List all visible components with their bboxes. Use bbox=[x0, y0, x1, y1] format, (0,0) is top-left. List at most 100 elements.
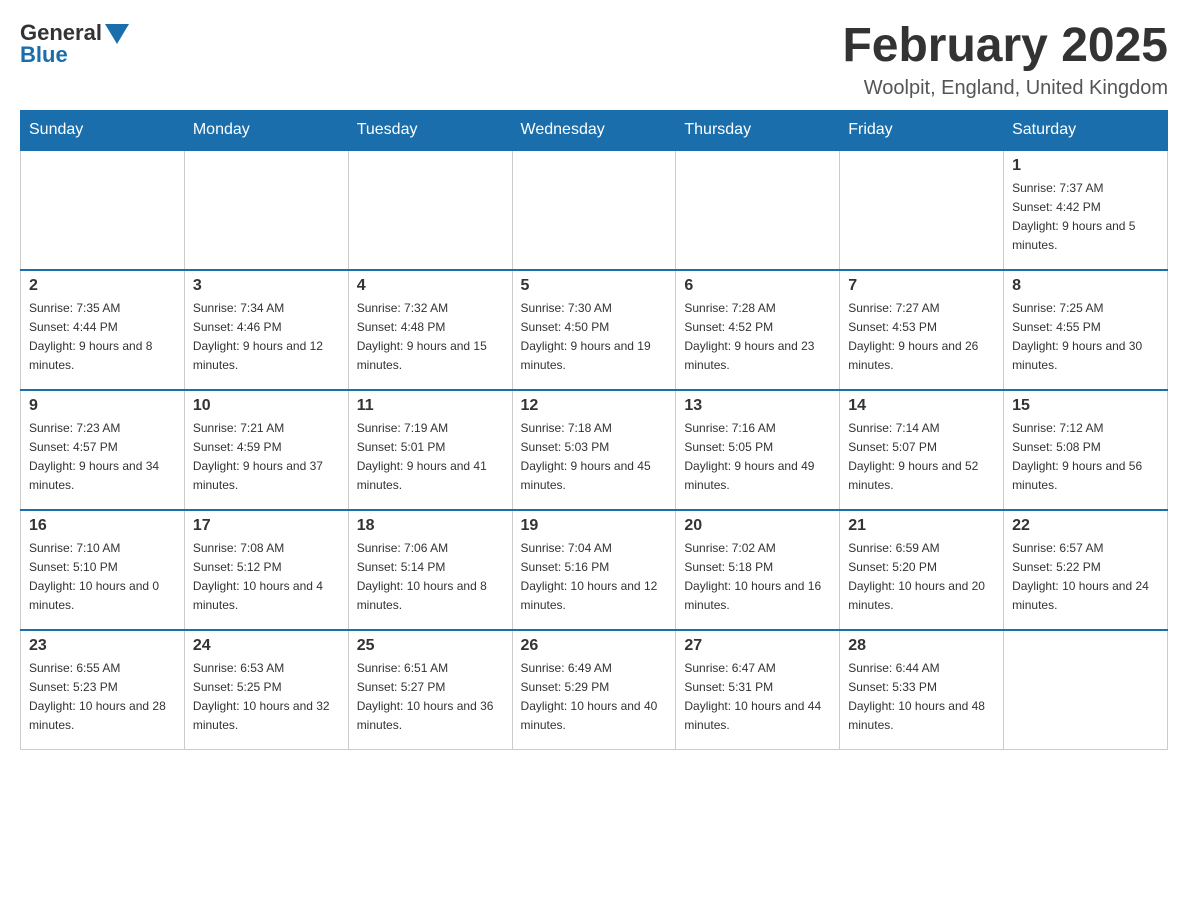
day-number: 13 bbox=[684, 397, 831, 415]
calendar-cell bbox=[348, 150, 512, 270]
logo: General Blue bbox=[20, 20, 129, 68]
day-number: 5 bbox=[521, 277, 668, 295]
day-number: 25 bbox=[357, 637, 504, 655]
day-info: Sunrise: 7:28 AMSunset: 4:52 PMDaylight:… bbox=[684, 299, 831, 376]
calendar-cell: 10 Sunrise: 7:21 AMSunset: 4:59 PMDayligh… bbox=[184, 390, 348, 510]
calendar-week-row: 2 Sunrise: 7:35 AMSunset: 4:44 PMDaylight… bbox=[21, 270, 1168, 390]
calendar-cell: 8 Sunrise: 7:25 AMSunset: 4:55 PMDaylight… bbox=[1004, 270, 1168, 390]
day-number: 17 bbox=[193, 517, 340, 535]
day-number: 22 bbox=[1012, 517, 1159, 535]
day-number: 6 bbox=[684, 277, 831, 295]
day-number: 15 bbox=[1012, 397, 1159, 415]
day-info: Sunrise: 7:10 AMSunset: 5:10 PMDaylight:… bbox=[29, 539, 176, 616]
title-section: February 2025 Woolpit, England, United K… bbox=[842, 20, 1168, 100]
day-info: Sunrise: 6:51 AMSunset: 5:27 PMDaylight:… bbox=[357, 659, 504, 736]
day-number: 10 bbox=[193, 397, 340, 415]
calendar-week-row: 23 Sunrise: 6:55 AMSunset: 5:23 PMDayligh… bbox=[21, 630, 1168, 750]
calendar-cell: 6 Sunrise: 7:28 AMSunset: 4:52 PMDaylight… bbox=[676, 270, 840, 390]
day-number: 16 bbox=[29, 517, 176, 535]
calendar-week-row: 1 Sunrise: 7:37 AMSunset: 4:42 PMDaylight… bbox=[21, 150, 1168, 270]
day-number: 8 bbox=[1012, 277, 1159, 295]
day-info: Sunrise: 7:16 AMSunset: 5:05 PMDaylight:… bbox=[684, 419, 831, 496]
calendar-cell bbox=[512, 150, 676, 270]
logo-blue-text: Blue bbox=[20, 42, 68, 68]
day-number: 7 bbox=[848, 277, 995, 295]
day-number: 1 bbox=[1012, 157, 1159, 175]
calendar-cell: 16 Sunrise: 7:10 AMSunset: 5:10 PMDayligh… bbox=[21, 510, 185, 630]
day-info: Sunrise: 7:30 AMSunset: 4:50 PMDaylight:… bbox=[521, 299, 668, 376]
day-info: Sunrise: 6:49 AMSunset: 5:29 PMDaylight:… bbox=[521, 659, 668, 736]
calendar-cell: 26 Sunrise: 6:49 AMSunset: 5:29 PMDayligh… bbox=[512, 630, 676, 750]
month-title: February 2025 bbox=[842, 20, 1168, 73]
day-of-week-header: Thursday bbox=[676, 110, 840, 150]
day-info: Sunrise: 7:06 AMSunset: 5:14 PMDaylight:… bbox=[357, 539, 504, 616]
day-info: Sunrise: 7:21 AMSunset: 4:59 PMDaylight:… bbox=[193, 419, 340, 496]
day-info: Sunrise: 7:18 AMSunset: 5:03 PMDaylight:… bbox=[521, 419, 668, 496]
calendar-cell: 25 Sunrise: 6:51 AMSunset: 5:27 PMDayligh… bbox=[348, 630, 512, 750]
day-info: Sunrise: 7:25 AMSunset: 4:55 PMDaylight:… bbox=[1012, 299, 1159, 376]
day-number: 14 bbox=[848, 397, 995, 415]
day-info: Sunrise: 6:59 AMSunset: 5:20 PMDaylight:… bbox=[848, 539, 995, 616]
day-of-week-header: Sunday bbox=[21, 110, 185, 150]
day-info: Sunrise: 6:47 AMSunset: 5:31 PMDaylight:… bbox=[684, 659, 831, 736]
day-number: 4 bbox=[357, 277, 504, 295]
calendar-cell: 17Sunrise: 7:08 AMSunset: 5:12 PMDayligh… bbox=[184, 510, 348, 630]
calendar-cell bbox=[840, 150, 1004, 270]
day-number: 2 bbox=[29, 277, 176, 295]
day-info: Sunrise: 7:04 AMSunset: 5:16 PMDaylight:… bbox=[521, 539, 668, 616]
calendar-cell: 12 Sunrise: 7:18 AMSunset: 5:03 PMDayligh… bbox=[512, 390, 676, 510]
logo-triangle-icon bbox=[105, 24, 129, 44]
calendar-cell: 22 Sunrise: 6:57 AMSunset: 5:22 PMDayligh… bbox=[1004, 510, 1168, 630]
calendar-table: SundayMondayTuesdayWednesdayThursdayFrid… bbox=[20, 110, 1168, 751]
calendar-cell: 11Sunrise: 7:19 AMSunset: 5:01 PMDayligh… bbox=[348, 390, 512, 510]
calendar-cell: 4 Sunrise: 7:32 AMSunset: 4:48 PMDaylight… bbox=[348, 270, 512, 390]
calendar-cell: 2 Sunrise: 7:35 AMSunset: 4:44 PMDaylight… bbox=[21, 270, 185, 390]
calendar-cell: 5 Sunrise: 7:30 AMSunset: 4:50 PMDaylight… bbox=[512, 270, 676, 390]
day-of-week-header: Friday bbox=[840, 110, 1004, 150]
day-number: 19 bbox=[521, 517, 668, 535]
calendar-cell: 28Sunrise: 6:44 AMSunset: 5:33 PMDayligh… bbox=[840, 630, 1004, 750]
day-number: 21 bbox=[848, 517, 995, 535]
location-subtitle: Woolpit, England, United Kingdom bbox=[842, 77, 1168, 100]
calendar-cell: 19 Sunrise: 7:04 AMSunset: 5:16 PMDayligh… bbox=[512, 510, 676, 630]
day-info: Sunrise: 7:34 AMSunset: 4:46 PMDaylight:… bbox=[193, 299, 340, 376]
calendar-cell bbox=[21, 150, 185, 270]
day-number: 18 bbox=[357, 517, 504, 535]
day-number: 26 bbox=[521, 637, 668, 655]
day-of-week-header: Wednesday bbox=[512, 110, 676, 150]
day-info: Sunrise: 7:27 AMSunset: 4:53 PMDaylight:… bbox=[848, 299, 995, 376]
day-number: 20 bbox=[684, 517, 831, 535]
day-info: Sunrise: 7:23 AMSunset: 4:57 PMDaylight:… bbox=[29, 419, 176, 496]
day-info: Sunrise: 6:55 AMSunset: 5:23 PMDaylight:… bbox=[29, 659, 176, 736]
calendar-cell: 20 Sunrise: 7:02 AMSunset: 5:18 PMDayligh… bbox=[676, 510, 840, 630]
day-number: 9 bbox=[29, 397, 176, 415]
day-number: 24 bbox=[193, 637, 340, 655]
calendar-cell: 1 Sunrise: 7:37 AMSunset: 4:42 PMDaylight… bbox=[1004, 150, 1168, 270]
calendar-cell: 23 Sunrise: 6:55 AMSunset: 5:23 PMDayligh… bbox=[21, 630, 185, 750]
day-info: Sunrise: 7:37 AMSunset: 4:42 PMDaylight:… bbox=[1012, 179, 1159, 256]
day-info: Sunrise: 7:32 AMSunset: 4:48 PMDaylight:… bbox=[357, 299, 504, 376]
day-number: 23 bbox=[29, 637, 176, 655]
calendar-cell: 15Sunrise: 7:12 AMSunset: 5:08 PMDayligh… bbox=[1004, 390, 1168, 510]
day-info: Sunrise: 6:53 AMSunset: 5:25 PMDaylight:… bbox=[193, 659, 340, 736]
day-info: Sunrise: 6:57 AMSunset: 5:22 PMDaylight:… bbox=[1012, 539, 1159, 616]
day-info: Sunrise: 6:44 AMSunset: 5:33 PMDaylight:… bbox=[848, 659, 995, 736]
calendar-cell: 7 Sunrise: 7:27 AMSunset: 4:53 PMDaylight… bbox=[840, 270, 1004, 390]
calendar-cell bbox=[1004, 630, 1168, 750]
day-info: Sunrise: 7:35 AMSunset: 4:44 PMDaylight:… bbox=[29, 299, 176, 376]
calendar-cell: 24 Sunrise: 6:53 AMSunset: 5:25 PMDayligh… bbox=[184, 630, 348, 750]
calendar-week-row: 16 Sunrise: 7:10 AMSunset: 5:10 PMDayligh… bbox=[21, 510, 1168, 630]
calendar-cell: 27 Sunrise: 6:47 AMSunset: 5:31 PMDayligh… bbox=[676, 630, 840, 750]
day-number: 12 bbox=[521, 397, 668, 415]
day-info: Sunrise: 7:19 AMSunset: 5:01 PMDaylight:… bbox=[357, 419, 504, 496]
day-of-week-header: Saturday bbox=[1004, 110, 1168, 150]
day-info: Sunrise: 7:02 AMSunset: 5:18 PMDaylight:… bbox=[684, 539, 831, 616]
calendar-cell: 21 Sunrise: 6:59 AMSunset: 5:20 PMDayligh… bbox=[840, 510, 1004, 630]
day-of-week-header: Tuesday bbox=[348, 110, 512, 150]
calendar-week-row: 9 Sunrise: 7:23 AMSunset: 4:57 PMDaylight… bbox=[21, 390, 1168, 510]
calendar-cell: 14Sunrise: 7:14 AMSunset: 5:07 PMDayligh… bbox=[840, 390, 1004, 510]
page-header: General Blue February 2025 Woolpit, Engl… bbox=[20, 20, 1168, 100]
calendar-cell: 18 Sunrise: 7:06 AMSunset: 5:14 PMDayligh… bbox=[348, 510, 512, 630]
calendar-cell: 3Sunrise: 7:34 AMSunset: 4:46 PMDaylight… bbox=[184, 270, 348, 390]
day-number: 27 bbox=[684, 637, 831, 655]
